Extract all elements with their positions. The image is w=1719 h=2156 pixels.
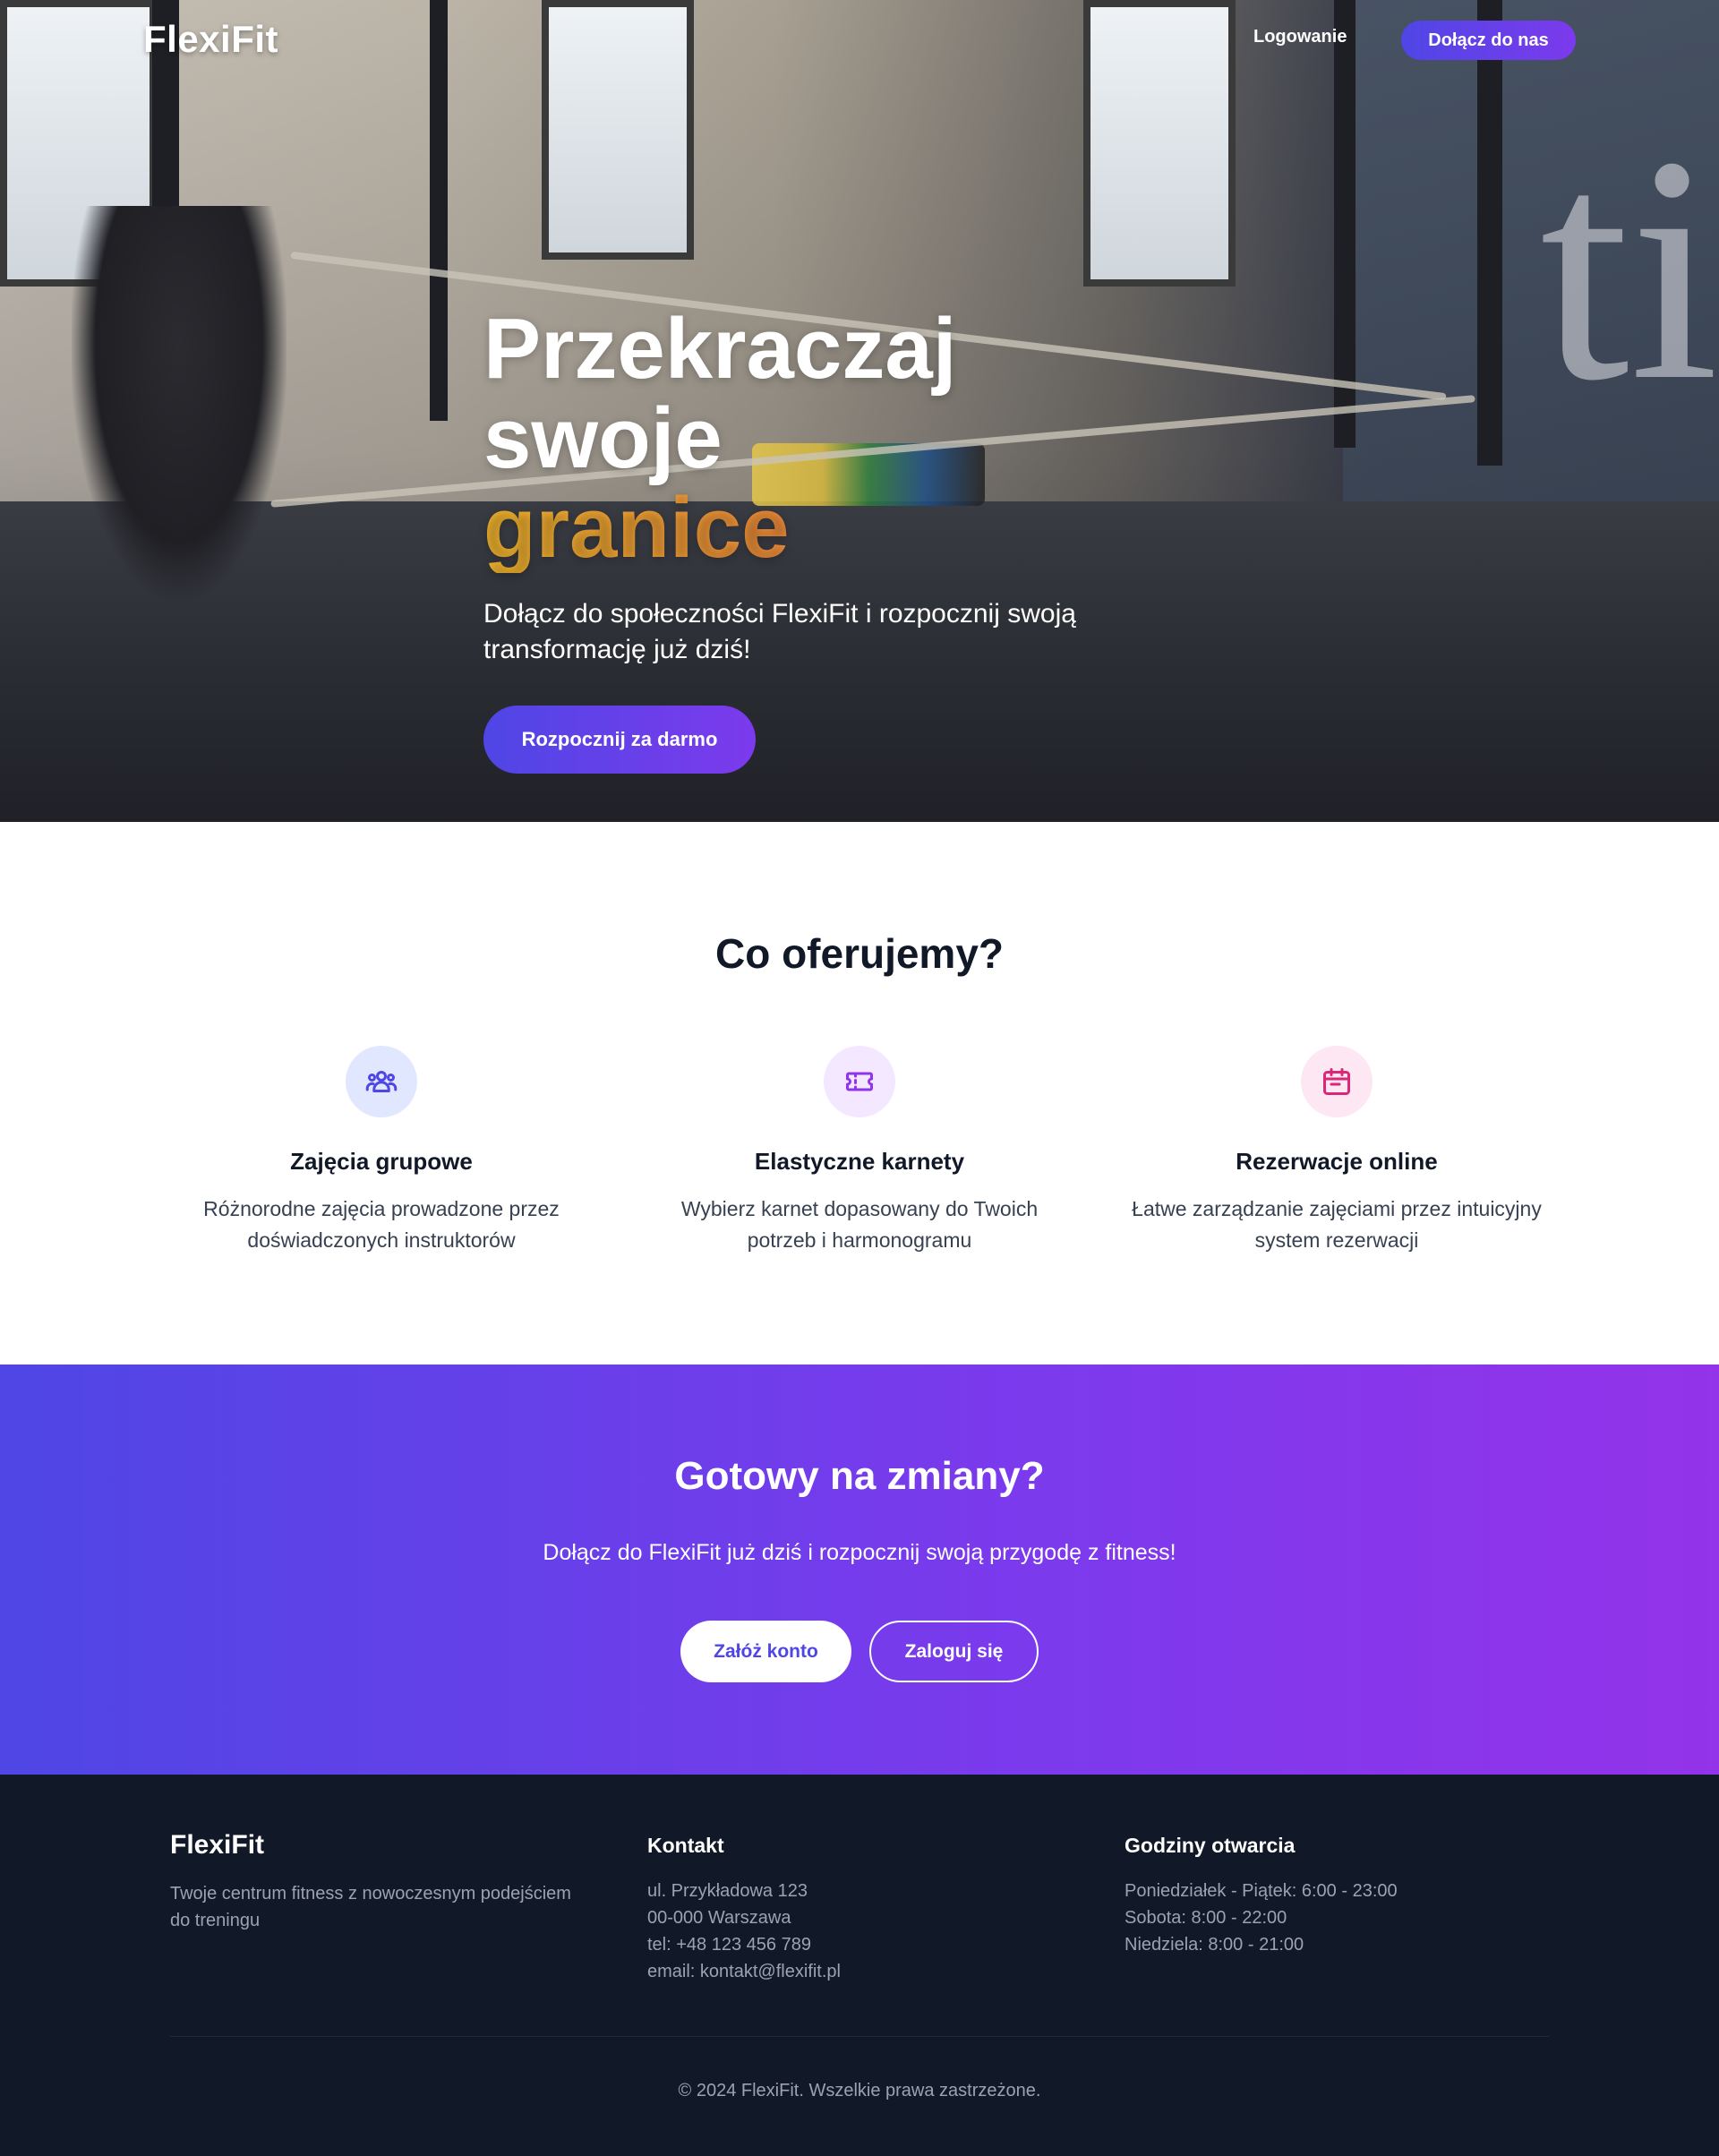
contact-city: 00-000 Warszawa	[647, 1908, 791, 1928]
athlete-figure	[72, 206, 286, 600]
section-title: Co oferujemy?	[714, 930, 1005, 977]
feature-description: Łatwe zarządzanie zajęciami przez intuic…	[1132, 1197, 1542, 1252]
ticket-icon	[824, 1046, 895, 1117]
top-nav: FlexiFit Logowanie Dołącz do nas	[0, 0, 1719, 79]
hero-subtitle: Dołącz do społeczności FlexiFit i rozpoc…	[483, 599, 1076, 664]
feature-card: Zajęcia grupowe Różnorodne zajęcia prowa…	[158, 1046, 605, 1256]
login-button[interactable]: Zaloguj się	[869, 1621, 1039, 1682]
copyright: © 2024 FlexiFit. Wszelkie prawa zastrzeż…	[678, 2081, 1041, 2100]
footer-contact-heading: Kontakt	[647, 1834, 724, 1857]
hours-saturday: Sobota: 8:00 - 22:00	[1125, 1908, 1287, 1928]
footer-brand-column: FlexiFit Twoje centrum fitness z nowocze…	[170, 1830, 600, 1934]
contact-phone[interactable]: tel: +48 123 456 789	[647, 1931, 1077, 1958]
hero-title: Przekraczaj swoje granice	[483, 304, 1200, 573]
feature-title: Zajęcia grupowe	[290, 1148, 473, 1175]
contact-email[interactable]: email: kontakt@flexifit.pl	[647, 1958, 1077, 1985]
logo[interactable]: FlexiFit	[143, 18, 278, 61]
create-account-button[interactable]: Załóż konto	[680, 1621, 851, 1682]
hours-lines: Poniedziałek - Piątek: 6:00 - 23:00 Sobo…	[1125, 1878, 1554, 1958]
contact-lines: ul. Przykładowa 123 00-000 Warszawa tel:…	[647, 1878, 1077, 1985]
feature-description: Różnorodne zajęcia prowadzone przez dośw…	[203, 1197, 560, 1252]
hero-title-line: Przekraczaj swoje	[483, 301, 957, 486]
footer-hours-heading: Godziny otwarcia	[1125, 1834, 1296, 1857]
hero-title-accent: granice	[483, 483, 1200, 573]
feature-card: Elastyczne karnety Wybierz karnet dopaso…	[636, 1046, 1083, 1256]
footer: FlexiFit Twoje centrum fitness z nowocze…	[0, 1775, 1719, 2156]
footer-divider	[170, 2036, 1549, 2037]
feature-description: Wybierz karnet dopasowany do Twoich potr…	[680, 1197, 1039, 1252]
users-group-icon	[346, 1046, 417, 1117]
cta-title: Gotowy na zmiany?	[674, 1454, 1045, 1498]
start-free-button[interactable]: Rozpocznij za darmo	[483, 706, 756, 774]
hours-weekdays: Poniedziałek - Piątek: 6:00 - 23:00	[1125, 1881, 1398, 1901]
join-button[interactable]: Dołącz do nas	[1401, 21, 1576, 60]
cta-subtitle: Dołącz do FlexiFit już dziś i rozpocznij…	[543, 1540, 1176, 1565]
hero-section: ti FlexiFit Logowanie Dołącz do nas Prze…	[0, 0, 1719, 822]
feature-title: Elastyczne karnety	[754, 1148, 965, 1175]
features-section: Co oferujemy? Zajęcia grupowe Różnorodne…	[0, 822, 1719, 1365]
footer-hours-column: Godziny otwarcia Poniedziałek - Piątek: …	[1125, 1830, 1554, 1958]
footer-contact-column: Kontakt ul. Przykładowa 123 00-000 Warsz…	[647, 1830, 1077, 1985]
hero-content: Przekraczaj swoje granice Dołącz do społ…	[483, 304, 1200, 774]
footer-logo[interactable]: FlexiFit	[170, 1830, 600, 1861]
login-link[interactable]: Logowanie	[1253, 27, 1347, 47]
feature-title: Rezerwacje online	[1236, 1148, 1438, 1175]
contact-address: ul. Przykładowa 123	[647, 1881, 808, 1901]
feature-card: Rezerwacje online Łatwe zarządzanie zaję…	[1113, 1046, 1561, 1256]
hours-sunday: Niedziela: 8:00 - 21:00	[1125, 1935, 1304, 1955]
footer-tagline: Twoje centrum fitness z nowoczesnym pode…	[170, 1884, 571, 1930]
cta-section: Gotowy na zmiany? Dołącz do FlexiFit już…	[0, 1365, 1719, 1775]
calendar-icon	[1301, 1046, 1373, 1117]
wall-lettering: ti	[1539, 90, 1719, 447]
